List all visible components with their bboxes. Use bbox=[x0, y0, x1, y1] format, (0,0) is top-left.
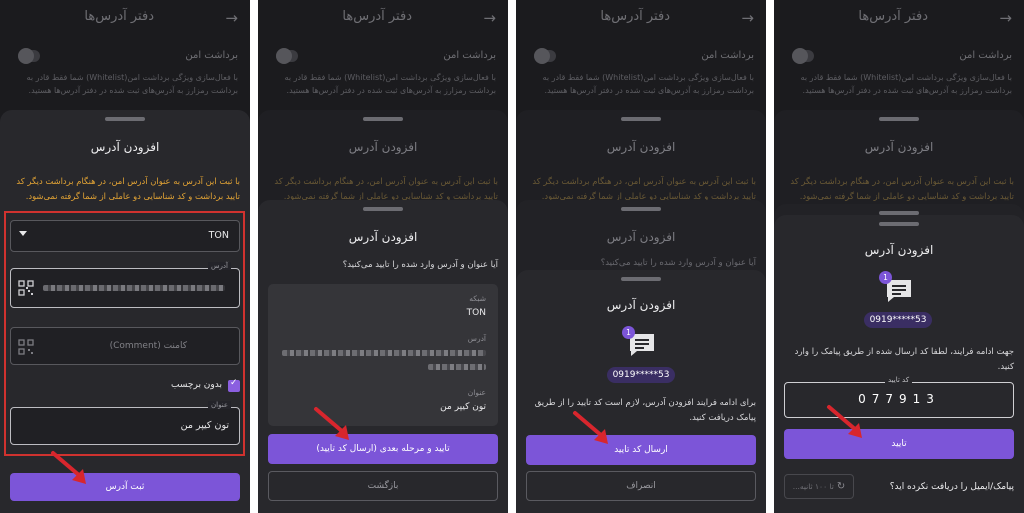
title-key: عنوان bbox=[467, 388, 486, 397]
warning-text: با ثبت این آدرس به عنوان آدرس امن، در هن… bbox=[790, 176, 1014, 201]
sheet-handle[interactable] bbox=[879, 222, 919, 226]
back-button[interactable]: بازگشت bbox=[268, 471, 498, 501]
sheet-title: افزودن آدرس bbox=[864, 140, 934, 154]
comment-placeholder: کامنت (Comment) bbox=[109, 341, 187, 351]
title-field[interactable]: عنوان تون کیپر من bbox=[10, 401, 240, 445]
back-arrow-icon[interactable]: → bbox=[741, 9, 754, 27]
safe-withdraw-description: با فعال‌سازی ویژگی برداشت امن(Whitelist)… bbox=[800, 73, 1012, 95]
address-value-blurred bbox=[43, 285, 225, 291]
network-value: TON bbox=[466, 308, 486, 318]
sheet-handle bbox=[363, 117, 403, 121]
network-key: شبکه bbox=[469, 294, 486, 303]
title-field-label: عنوان bbox=[208, 401, 231, 409]
sheet-handle bbox=[879, 117, 919, 121]
safe-withdraw-description: با فعال‌سازی ویژگی برداشت امن(Whitelist)… bbox=[542, 73, 754, 95]
page-title: دفتر آدرس‌ها bbox=[84, 9, 154, 24]
verify-confirm-button[interactable]: تایید bbox=[784, 429, 1014, 459]
screen-confirm-address: → دفتر آدرس‌ها برداشت امن با فعال‌سازی و… bbox=[258, 0, 508, 513]
confirm-next-button[interactable]: تایید و مرحله بعدی (ارسال کد تایید) bbox=[268, 434, 498, 464]
phone-number: 0919*****53 bbox=[864, 312, 932, 328]
notification-badge: 1 bbox=[879, 271, 892, 284]
page-title: دفتر آدرس‌ها bbox=[858, 9, 928, 24]
top-bar: → دفتر آدرس‌ها bbox=[258, 0, 508, 36]
verify-instruction: جهت ادامه فرایند، لطفا کد ارسال شده از ط… bbox=[794, 347, 1014, 372]
sheet-handle[interactable] bbox=[105, 117, 145, 121]
top-bar: → دفتر آدرس‌ها bbox=[0, 0, 250, 36]
confirm-title: افزودن آدرس bbox=[348, 230, 418, 244]
top-bar: → دفتر آدرس‌ها bbox=[774, 0, 1024, 36]
title-value: تون کیپر من bbox=[440, 402, 486, 412]
screen-add-address-form: → دفتر آدرس‌ها برداشت امن با فعال‌سازی و… bbox=[0, 0, 250, 513]
safe-withdraw-label: برداشت امن bbox=[701, 50, 754, 61]
phone-number: 0919*****53 bbox=[607, 367, 675, 383]
pointer-arrow-icon bbox=[314, 407, 349, 440]
network-select[interactable]: TON bbox=[10, 220, 240, 252]
confirm-question: آیا عنوان و آدرس وارد شده را تایید می‌کن… bbox=[600, 258, 756, 268]
qr-scan-icon[interactable] bbox=[18, 280, 34, 296]
pointer-arrow-icon bbox=[827, 405, 862, 438]
warning-text: با ثبت این آدرس به عنوان آدرس امن، در هن… bbox=[16, 176, 240, 201]
check-icon: ✓ bbox=[230, 378, 238, 388]
back-arrow-icon[interactable]: → bbox=[483, 9, 496, 27]
back-arrow-icon[interactable]: → bbox=[999, 9, 1012, 27]
notification-badge: 1 bbox=[622, 326, 635, 339]
sheet-title: افزودن آدرس bbox=[348, 140, 418, 154]
safe-withdraw-label: برداشت امن bbox=[185, 50, 238, 61]
address-summary-card: شبکه TON آدرس عنوان تون کیپر من bbox=[268, 284, 498, 426]
address-key: آدرس bbox=[467, 334, 486, 343]
toggle-knob bbox=[792, 48, 808, 64]
resend-timer-button[interactable]: ↻تا ۱۰۰ ثانیه... bbox=[784, 474, 854, 499]
verify-title: افزودن آدرس bbox=[864, 243, 934, 257]
sheet-handle[interactable] bbox=[621, 277, 661, 281]
page-title: دفتر آدرس‌ها bbox=[600, 9, 670, 24]
toggle-knob bbox=[534, 48, 550, 64]
toggle-knob bbox=[276, 48, 292, 64]
send-code-title: افزودن آدرس bbox=[606, 298, 676, 312]
sheet-handle[interactable] bbox=[363, 207, 403, 211]
sheet-title: افزودن آدرس bbox=[90, 140, 160, 154]
safe-withdraw-label: برداشت امن bbox=[959, 50, 1012, 61]
send-code-message: برای ادامه فرایند افزودن آدرس، لازم است … bbox=[534, 398, 756, 423]
send-code-button[interactable]: ارسال کد تایید bbox=[526, 435, 756, 465]
address-value-blurred bbox=[282, 350, 486, 356]
pointer-arrow-icon bbox=[573, 411, 608, 444]
comment-field[interactable]: کامنت (Comment) bbox=[10, 327, 240, 365]
toggle-knob bbox=[18, 48, 34, 64]
sheet-handle bbox=[621, 207, 661, 211]
safe-withdraw-label: برداشت امن bbox=[443, 50, 496, 61]
code-input-label: کد تایید bbox=[885, 376, 913, 384]
no-tag-label: بدون برچسب bbox=[171, 380, 222, 390]
pointer-arrow-icon bbox=[51, 451, 86, 484]
refresh-icon: ↻ bbox=[836, 481, 846, 492]
screen-verify-code: → دفتر آدرس‌ها برداشت امن با فعال‌سازی و… bbox=[774, 0, 1024, 513]
cancel-button[interactable]: انصراف bbox=[526, 471, 756, 501]
title-value: تون کیپر من bbox=[180, 420, 229, 431]
top-bar: → دفتر آدرس‌ها bbox=[516, 0, 766, 36]
address-value-blurred bbox=[428, 364, 486, 370]
sheet-title: افزودن آدرس bbox=[606, 140, 676, 154]
screen-send-code: → دفتر آدرس‌ها برداشت امن با فعال‌سازی و… bbox=[516, 0, 766, 513]
safe-withdraw-description: با فعال‌سازی ویژگی برداشت امن(Whitelist)… bbox=[284, 73, 496, 95]
safe-withdraw-description: با فعال‌سازی ویژگی برداشت امن(Whitelist)… bbox=[26, 73, 238, 95]
back-arrow-icon[interactable]: → bbox=[225, 9, 238, 27]
no-tag-checkbox[interactable]: ✓ bbox=[228, 378, 240, 392]
confirm-title: افزودن آدرس bbox=[606, 230, 676, 244]
not-received-text: پیامک/ایمیل را دریافت نکرده اید؟ bbox=[889, 482, 1014, 492]
address-field[interactable]: آدرس bbox=[10, 262, 240, 308]
page-title: دفتر آدرس‌ها bbox=[342, 9, 412, 24]
confirm-question: آیا عنوان و آدرس وارد شده را تایید می‌کن… bbox=[342, 260, 498, 270]
code-value: 077913 bbox=[858, 392, 940, 406]
timer-label: تا ۱۰۰ ثانیه... bbox=[792, 482, 834, 491]
address-field-label: آدرس bbox=[208, 262, 231, 270]
sheet-handle bbox=[621, 117, 661, 121]
network-value: TON bbox=[208, 230, 229, 241]
verification-code-input[interactable]: کد تایید 077913 bbox=[784, 376, 1014, 418]
submit-address-button[interactable]: ثبت آدرس bbox=[10, 473, 240, 501]
chevron-down-icon bbox=[19, 231, 27, 236]
qr-scan-icon[interactable] bbox=[18, 339, 34, 355]
